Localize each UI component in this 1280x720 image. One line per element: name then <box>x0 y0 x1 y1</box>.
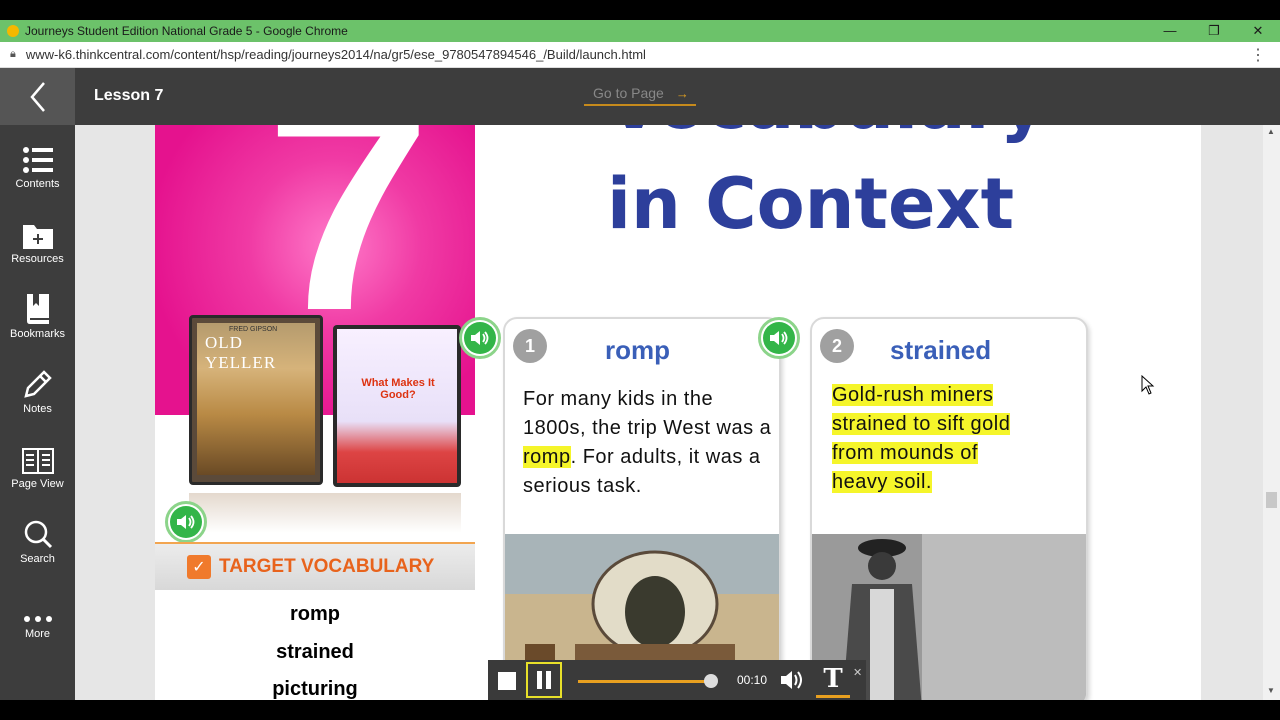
back-button[interactable] <box>0 68 75 125</box>
sidebar-item-label: Bookmarks <box>9 328 66 340</box>
volume-icon[interactable] <box>780 669 806 691</box>
bookmark-book-icon <box>26 294 49 324</box>
sidebar-item-label: Search <box>20 553 55 565</box>
page-title-line1: Vocabulary <box>607 125 1046 145</box>
audio-speaker-button[interactable] <box>758 317 800 359</box>
chrome-logo-icon <box>7 25 19 37</box>
book-title: OLD YELLER <box>205 333 277 372</box>
highlighted-line: Gold-rush miners <box>832 384 994 406</box>
chevron-left-icon <box>29 81 45 112</box>
speaker-icon <box>471 331 489 345</box>
scroll-down-icon[interactable]: ▼ <box>1267 686 1275 695</box>
elapsed-time: 00:10 <box>737 673 768 687</box>
sidebar-item-label: Resources <box>11 253 64 265</box>
book-cover-what-makes-it-good: What Makes It Good? <box>333 325 461 487</box>
book-title: What Makes It Good? <box>361 377 435 402</box>
url-text[interactable]: www-k6.thinkcentral.com/content/hsp/read… <box>26 47 646 62</box>
app-header: Lesson 7 Go to Page → <box>75 68 1280 125</box>
lesson-title: Lesson 7 <box>94 87 164 104</box>
pause-button[interactable] <box>526 662 562 698</box>
audio-speaker-button[interactable] <box>165 501 207 543</box>
sidebar-item-contents[interactable]: Contents <box>0 134 75 204</box>
vertical-scrollbar[interactable]: ▲ ▼ <box>1263 125 1280 700</box>
sidebar-item-label: Contents <box>15 178 60 190</box>
sidebar-item-notes[interactable]: Notes <box>0 359 75 429</box>
highlighted-word: romp <box>523 446 571 468</box>
card-number: 2 <box>820 329 854 363</box>
pause-icon <box>537 671 542 689</box>
stop-button[interactable] <box>498 672 516 690</box>
address-bar[interactable]: 🔒︎ www-k6.thinkcentral.com/content/hsp/r… <box>0 42 1280 68</box>
card-sentence: Gold-rush miners strained to sift gold f… <box>832 381 1084 497</box>
sidebar-item-label: Notes <box>23 403 52 415</box>
card-word: romp <box>605 335 670 365</box>
speaker-icon <box>770 331 788 345</box>
minimize-button[interactable]: — <box>1148 20 1192 42</box>
search-icon <box>24 520 52 549</box>
browser-menu-icon[interactable]: ⋮ <box>1250 45 1266 65</box>
close-button[interactable]: ✕ <box>1236 20 1280 42</box>
sentence-text: For many kids in the 1800s, the trip Wes… <box>523 388 772 439</box>
card-word: strained <box>890 335 992 365</box>
card-number: 1 <box>513 329 547 363</box>
pause-icon <box>546 671 551 689</box>
progress-bar[interactable] <box>578 680 711 683</box>
target-vocabulary-label: TARGET VOCABULARY <box>219 556 435 577</box>
folder-plus-icon <box>22 225 53 249</box>
lock-icon: 🔒︎ <box>10 48 16 60</box>
book-reflection <box>189 493 461 533</box>
sidebar-item-more[interactable]: More <box>0 584 75 654</box>
page-title-line2: in Context <box>607 163 1015 245</box>
target-vocabulary-header: ✓ TARGET VOCABULARY <box>155 542 475 590</box>
window-controls: — ❐ ✕ <box>1148 20 1280 42</box>
mouse-cursor-icon <box>1141 375 1155 395</box>
audio-speaker-button[interactable] <box>459 317 501 359</box>
vocab-card-strained: 2 strained Gold-rush miners strained to … <box>810 317 1088 700</box>
screen: Journeys Student Edition National Grade … <box>0 0 1280 720</box>
book-author: FRED GIPSON <box>229 326 278 333</box>
scroll-thumb[interactable] <box>1266 492 1277 508</box>
list-icon <box>22 147 53 173</box>
text-highlight-button[interactable]: T <box>816 664 850 698</box>
go-to-page-placeholder: Go to Page <box>593 85 664 101</box>
speaker-icon <box>177 515 195 529</box>
sidebar-item-label: Page View <box>11 478 64 490</box>
card-sentence: For many kids in the 1800s, the trip Wes… <box>523 385 775 501</box>
sidebar-item-bookmarks[interactable]: Bookmarks <box>0 284 75 354</box>
scroll-up-icon[interactable]: ▲ <box>1267 127 1275 136</box>
progress-knob[interactable] <box>703 674 718 688</box>
checkbox-icon: ✓ <box>187 555 211 579</box>
ebook-page: 7 Vocabulary in Context FRED GIPSON OLD … <box>155 125 1201 700</box>
audio-player: 00:10 T ✕ <box>488 660 866 700</box>
window-title: Journeys Student Edition National Grade … <box>25 24 348 38</box>
highlighted-line: from mounds of <box>832 442 978 464</box>
highlighted-line: heavy soil. <box>832 471 932 493</box>
highlighted-line: strained to sift gold <box>832 413 1011 435</box>
reader-content[interactable]: 7 Vocabulary in Context FRED GIPSON OLD … <box>75 125 1263 700</box>
open-book-icon <box>21 448 54 474</box>
book-cover-old-yeller: FRED GIPSON OLD YELLER <box>189 315 323 485</box>
restore-button[interactable]: ❐ <box>1192 20 1236 42</box>
window-titlebar: Journeys Student Edition National Grade … <box>0 20 1280 42</box>
close-player-icon[interactable]: ✕ <box>853 666 862 679</box>
more-dots-icon <box>23 616 52 622</box>
sidebar-item-resources[interactable]: Resources <box>0 209 75 279</box>
sidebar-item-label: More <box>24 628 51 640</box>
sidebar-item-search[interactable]: Search <box>0 509 75 579</box>
vocab-card-romp: 1 romp For many kids in the 1800s, the t… <box>503 317 781 700</box>
sidebar-item-page-view[interactable]: Page View <box>0 434 75 504</box>
vocab-word: romp <box>290 603 340 625</box>
go-to-page-input[interactable]: Go to Page → <box>584 82 696 106</box>
sidebar: Contents Resources Bookmarks Notes Page … <box>0 68 75 700</box>
vocab-word: picturing <box>272 678 358 700</box>
pencil-icon <box>23 370 52 398</box>
go-arrow-icon[interactable]: → <box>676 86 689 101</box>
vocab-word: strained <box>276 641 354 663</box>
